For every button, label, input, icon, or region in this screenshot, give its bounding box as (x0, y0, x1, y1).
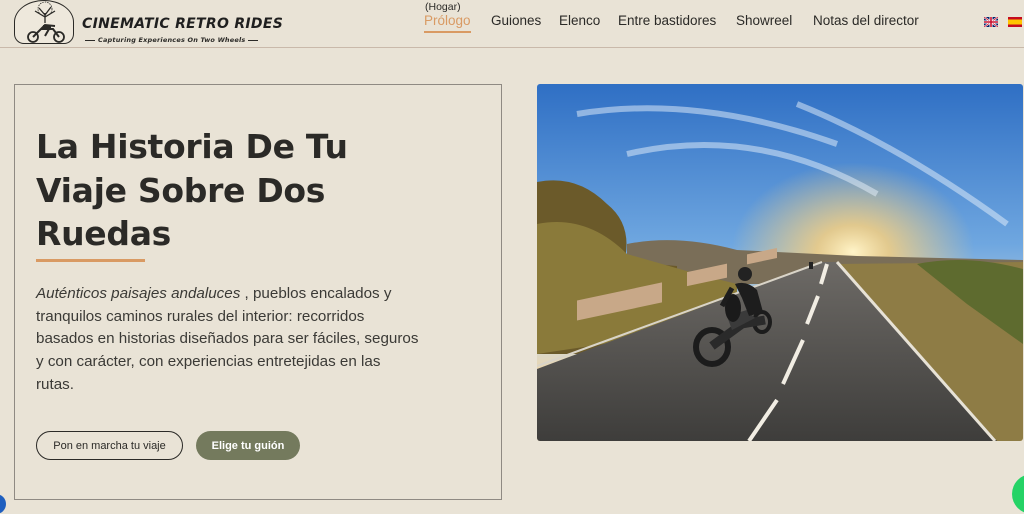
hero-description-emphasis: Auténticos paisajes andaluces (36, 285, 241, 302)
uk-flag-icon[interactable] (984, 17, 998, 27)
hero-photo-illustration (537, 84, 1023, 441)
hero-title: La Historia De Tu Viaje Sobre Dos Ruedas (36, 125, 476, 256)
start-trip-button[interactable]: Pon en marcha tu viaje (36, 431, 183, 460)
hero-title-line-3: Ruedas (36, 214, 172, 253)
hero-title-line-2: Viaje Sobre Dos (36, 170, 326, 210)
choose-script-button[interactable]: Elige tu guión (196, 431, 300, 460)
site-header: CINEMATIC RETRO RIDES Capturing Experien… (0, 0, 1024, 48)
nav-item-elenco[interactable]: Elenco (559, 13, 600, 28)
brand-tagline: Capturing Experiences On Two Wheels (82, 36, 261, 44)
title-underline (36, 259, 145, 262)
hero-title-line-1: La Historia De Tu (36, 127, 348, 166)
nav-item-entre-bastidores[interactable]: Entre bastidores (618, 13, 716, 28)
motorcycle-tree-logo-icon (27, 1, 65, 43)
nav-item-guiones[interactable]: Guiones (491, 13, 541, 28)
whatsapp-chat-icon[interactable] (1012, 474, 1024, 514)
nav-item-sup-label: (Hogar) (425, 1, 461, 13)
nav-item-notas-del-director[interactable]: Notas del director (813, 13, 919, 28)
spain-flag-icon[interactable] (1008, 17, 1022, 27)
hero-photo-motorcycle-road (537, 84, 1023, 441)
brand-name[interactable]: CINEMATIC RETRO RIDES (82, 16, 283, 32)
hero-description: Auténticos paisajes andaluces , pueblos … (36, 283, 422, 397)
nav-item-label-active[interactable]: Prólogo (424, 13, 471, 33)
accessibility-widget-tab[interactable] (0, 494, 6, 514)
logo[interactable] (14, 0, 74, 44)
hero-card: La Historia De Tu Viaje Sobre Dos Ruedas… (14, 84, 502, 500)
nav-item-showreel[interactable]: Showreel (736, 13, 792, 28)
